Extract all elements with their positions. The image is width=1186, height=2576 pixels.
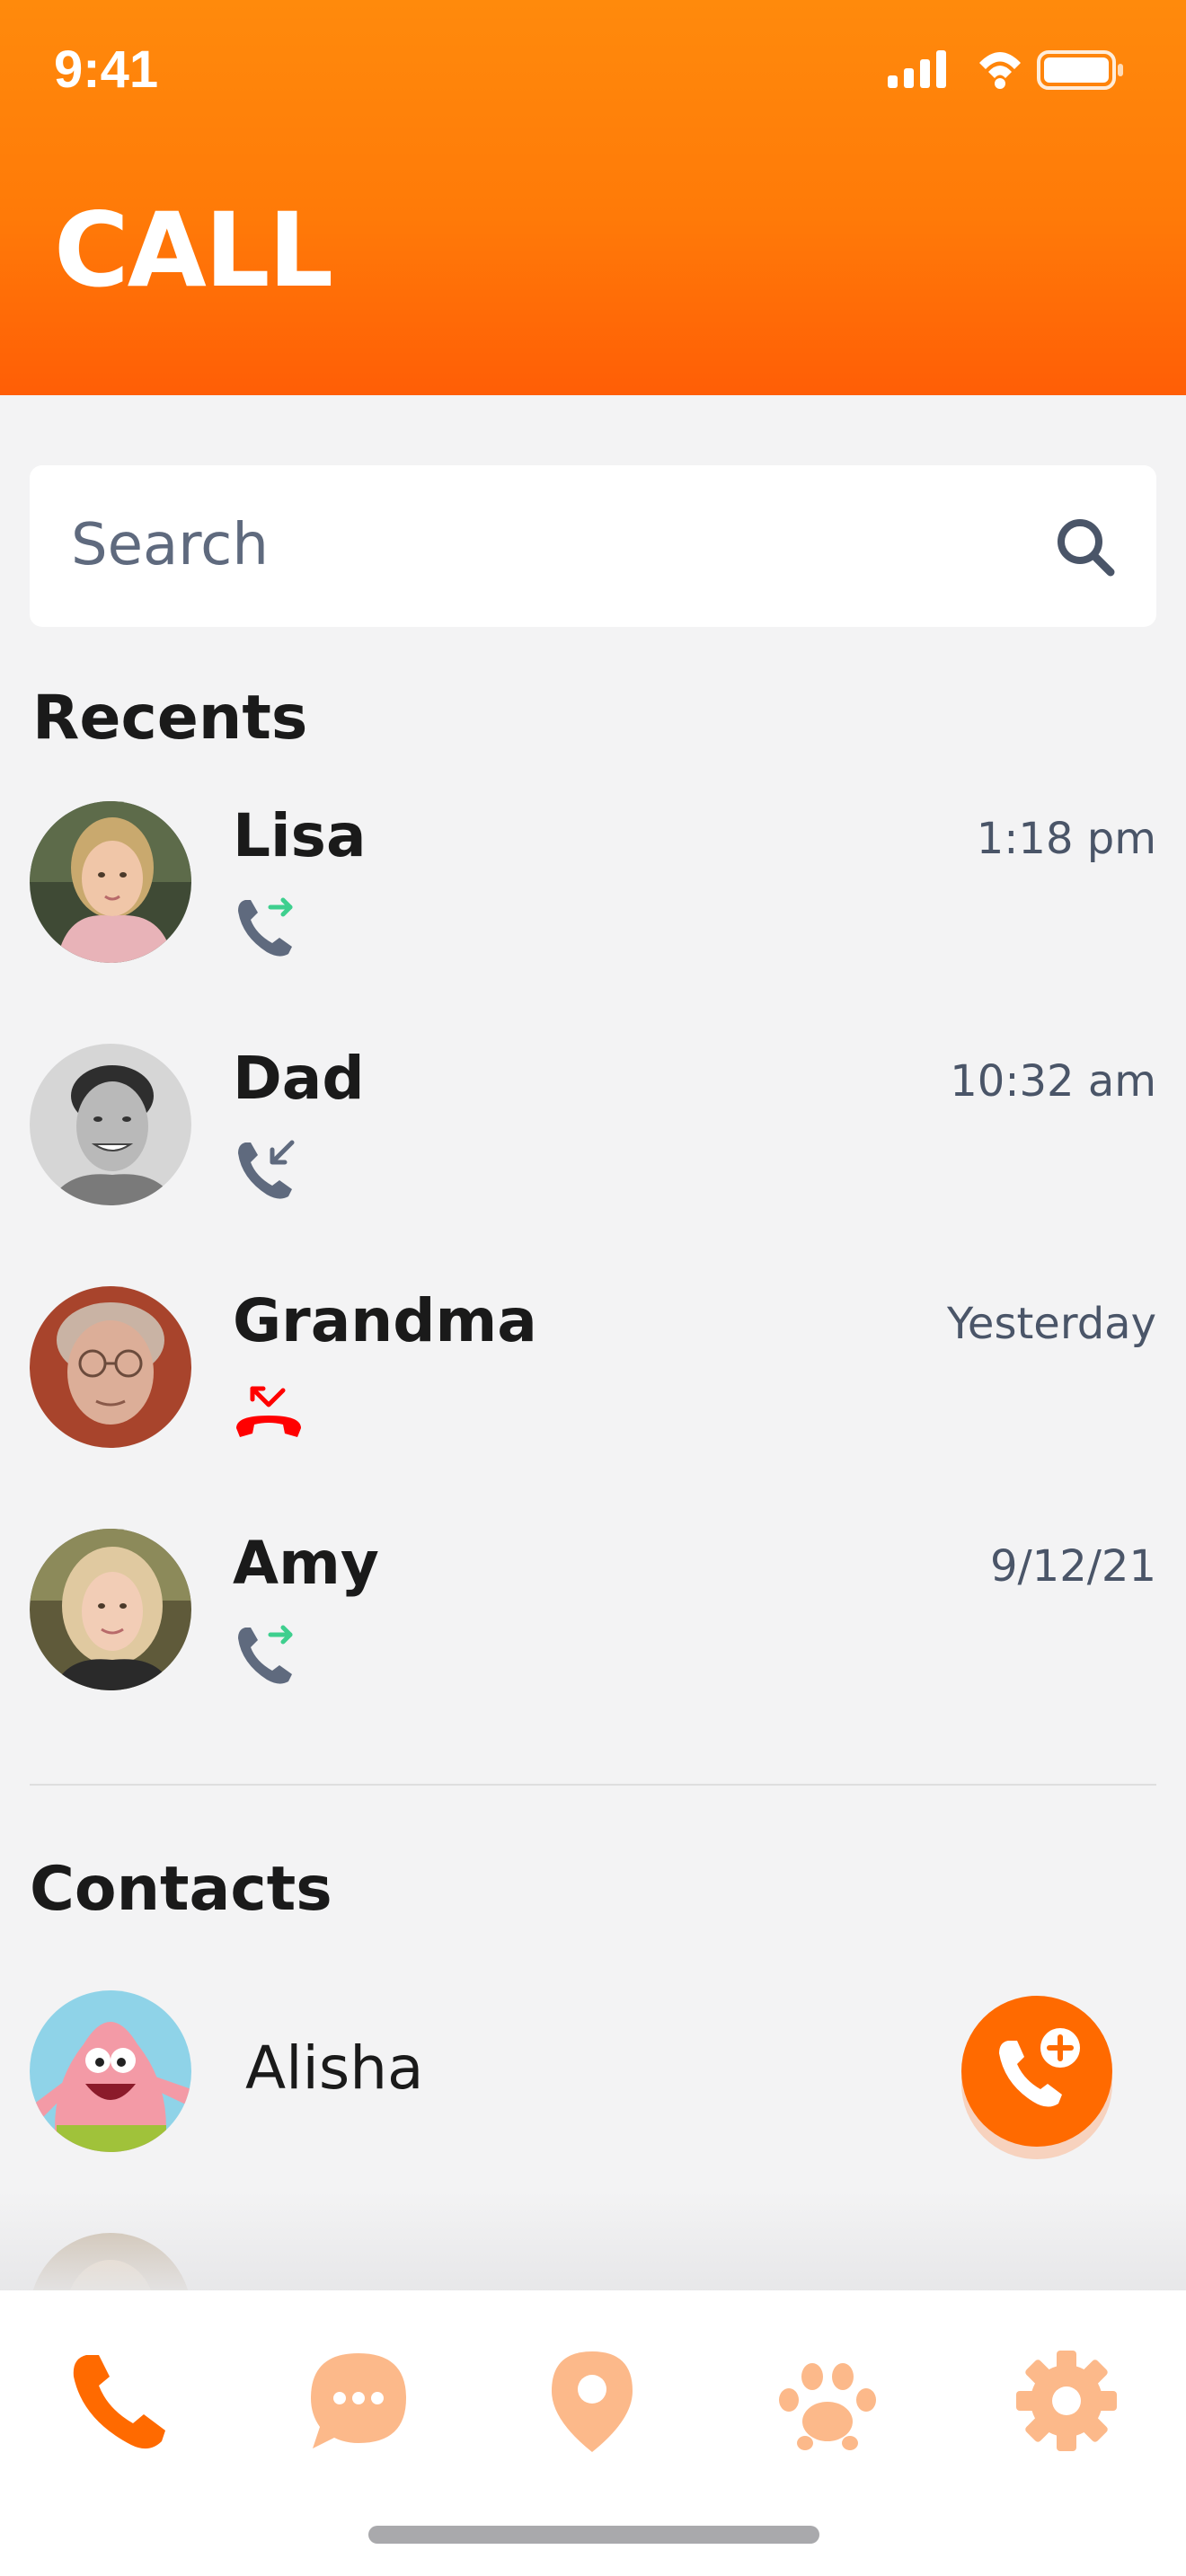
contact-name: Amy: [233, 1529, 379, 1598]
search-icon[interactable]: [1054, 516, 1117, 578]
location-pin-icon: [552, 2351, 633, 2452]
contact-name: Grandma: [233, 1286, 537, 1355]
avatar: [30, 1990, 191, 2152]
status-time: 9:41: [54, 40, 159, 99]
recent-call-row[interactable]: Lisa 1:18 pm: [30, 801, 1156, 963]
tab-settings[interactable]: [1008, 2342, 1125, 2459]
contacts-heading: Contacts: [30, 1854, 332, 1925]
signal-icon: [888, 50, 946, 88]
phone-icon: [73, 2355, 165, 2449]
search-input[interactable]: Search: [30, 465, 1156, 627]
wifi-icon: [979, 52, 1021, 89]
battery-icon: [1037, 50, 1123, 90]
chat-icon: [311, 2353, 406, 2448]
phone-add-icon: [999, 2028, 1080, 2107]
recent-call-row[interactable]: Dad 10:32 am: [30, 1044, 1156, 1205]
recent-call-row[interactable]: Amy 9/12/21: [30, 1529, 1156, 1690]
call-time: Yesterday: [946, 1299, 1156, 1349]
outgoing-call-icon: [233, 891, 305, 963]
contact-name: Dad: [233, 1044, 365, 1113]
recent-call-row[interactable]: Grandma Yesterday: [30, 1286, 1156, 1448]
call-time: 10:32 am: [950, 1056, 1156, 1107]
avatar: [30, 1529, 191, 1690]
tab-phone[interactable]: [61, 2342, 178, 2459]
search-placeholder: Search: [71, 512, 269, 578]
avatar: [30, 801, 191, 963]
outgoing-call-icon: [233, 1619, 305, 1690]
contact-name: Lisa: [233, 801, 367, 870]
status-icons: [888, 43, 1130, 97]
scroll-fade: [0, 2192, 1186, 2290]
avatar: [30, 1044, 191, 1205]
recents-heading: Recents: [32, 683, 308, 754]
divider: [30, 1784, 1156, 1786]
contact-name: Alisha: [245, 2033, 424, 2103]
missed-call-icon: [233, 1376, 305, 1448]
call-time: 1:18 pm: [976, 814, 1156, 864]
avatar: [30, 1286, 191, 1448]
app-header: 9:41 CALL: [0, 0, 1186, 395]
gear-icon: [1016, 2351, 1117, 2451]
paw-icon: [779, 2363, 876, 2450]
tab-location[interactable]: [534, 2342, 651, 2459]
page-title: CALL: [54, 190, 333, 310]
tab-chat[interactable]: [300, 2342, 417, 2459]
home-indicator[interactable]: [368, 2526, 819, 2544]
call-time: 9/12/21: [989, 1541, 1156, 1592]
incoming-call-icon: [233, 1134, 305, 1205]
add-call-button[interactable]: [961, 1996, 1112, 2147]
tab-pets[interactable]: [769, 2342, 886, 2459]
